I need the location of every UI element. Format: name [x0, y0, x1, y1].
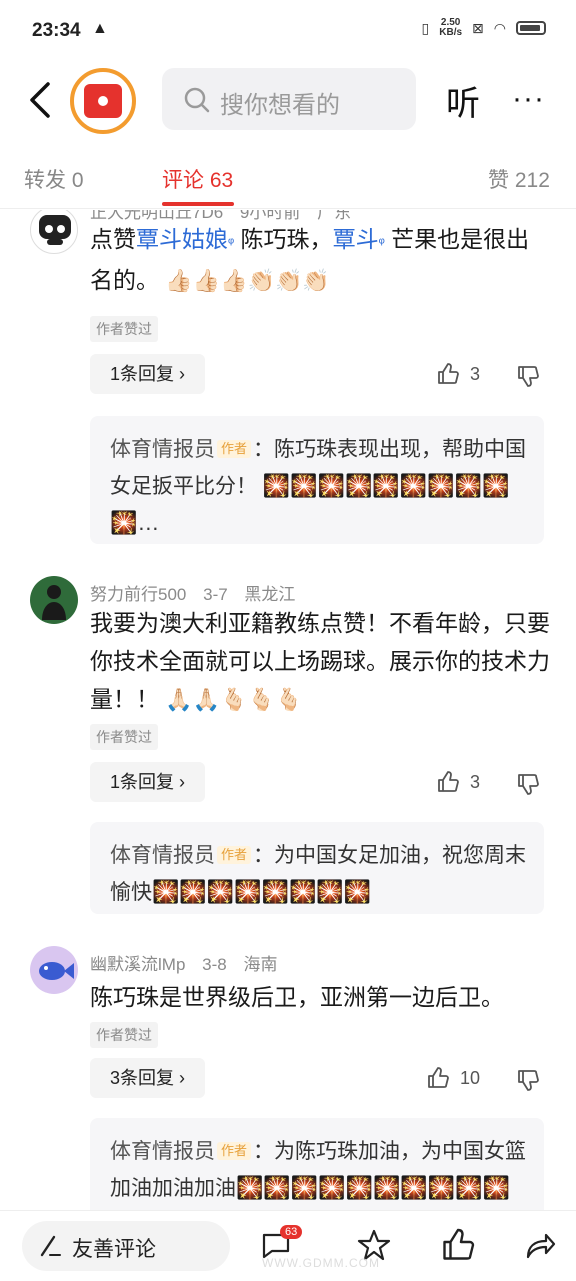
search-bar[interactable]: 搜你想看的	[162, 68, 416, 130]
comment-input-label: 友善评论	[72, 1238, 156, 1261]
reply-text: 体育情报员 作者 ：为中国女足加油，祝您周末愉快🎇🎇🎇🎇🎇🎇🎇🎇	[110, 844, 527, 904]
reply-text: 体育情报员 作者 ：陈巧珠表现出现，帮助中国女足扳平比分！ 🎇🎇🎇🎇🎇🎇🎇🎇🎇🎇…	[110, 438, 527, 535]
topic-link[interactable]: 覃斗姑娘	[136, 226, 228, 252]
comment-text: 点赞覃斗姑娘ᵠ 陈巧珠，覃斗ᵠ 芒果也是很出名的。 👍🏻👍🏻👍🏻👏🏻👏🏻👏🏻	[90, 226, 530, 293]
view-replies-button[interactable]: 3条回复 ›	[90, 1058, 206, 1098]
comment-input[interactable]: 友善评论	[22, 1221, 230, 1271]
thumb-down-icon[interactable]	[516, 772, 540, 796]
avatar[interactable]	[30, 576, 78, 624]
pencil-icon	[40, 1235, 61, 1257]
author-reply-preview[interactable]: 体育情报员 作者 ：陈巧珠表现出现，帮助中国女足扳平比分！ 🎇🎇🎇🎇🎇🎇🎇🎇🎇🎇…	[90, 416, 544, 544]
more-options-icon[interactable]: ···	[512, 82, 545, 116]
reply-author[interactable]: 体育情报员	[110, 1140, 215, 1163]
author-liked-badge: 作者赞过	[90, 724, 158, 750]
listen-button[interactable]: 听	[446, 76, 480, 125]
reply-author[interactable]: 体育情报员	[110, 438, 215, 461]
topic-link[interactable]: 覃斗	[333, 226, 379, 252]
emoji-sequence: 🙏🏻🙏🏻🫰🏻🫰🏻🫰🏻	[165, 687, 303, 712]
author-liked-badge: 作者赞过	[90, 1022, 158, 1048]
comment-text: 陈巧珠是世界级后卫，亚洲第一边后卫。	[90, 984, 504, 1010]
tab-likes[interactable]: 赞 212	[488, 164, 550, 194]
replies-label: 1条回复	[110, 772, 175, 792]
like-count: 10	[460, 1067, 481, 1088]
reply-text: 体育情报员 作者 ：为陈巧珠加油，为中国女篮加油加油加油🎇🎇🎇🎇🎇🎇🎇🎇🎇🎇	[110, 1140, 527, 1200]
comment-username[interactable]: 幽默溪流lMp	[90, 955, 185, 974]
like-control[interactable]: 3	[436, 770, 480, 794]
emoji-sequence: 🎇🎇🎇🎇🎇🎇🎇🎇	[152, 879, 372, 904]
account-avatar[interactable]	[70, 68, 136, 134]
thumb-up-icon[interactable]	[436, 362, 460, 386]
author-reply-preview[interactable]: 体育情报员 作者 ：为陈巧珠加油，为中国女篮加油加油加油🎇🎇🎇🎇🎇🎇🎇🎇🎇🎇	[90, 1118, 544, 1210]
comment-time: 3-8	[202, 955, 227, 974]
status-bar: 23:34 ▲ ▯ 2.50 KB/s ⊠ ◠	[0, 0, 576, 60]
thumb-down-icon[interactable]	[516, 364, 540, 388]
watermark: WWW.GDMM.COM	[262, 1256, 380, 1270]
reply-author[interactable]: 体育情报员	[110, 844, 215, 867]
status-time: 23:34	[32, 20, 81, 41]
sim-icon: ⊠	[472, 19, 484, 36]
comment-feed[interactable]: 正大光明山丘7D6 9小时前 广东 点赞覃斗姑娘ᵠ 陈巧珠，覃斗ᵠ 芒果也是很出…	[0, 210, 576, 1210]
like-control[interactable]: 3	[436, 362, 480, 386]
comment-meta: 幽默溪流lMp 3-8 海南	[90, 950, 289, 975]
thumb-up-icon[interactable]	[440, 1227, 476, 1263]
share-arrow-icon[interactable]	[522, 1227, 558, 1263]
status-icons: ▯ 2.50 KB/s ⊠ ◠	[422, 18, 546, 38]
avatar[interactable]	[30, 210, 78, 254]
like-count: 3	[470, 771, 481, 792]
comment-location: 海南	[243, 955, 278, 974]
comment-username[interactable]: 努力前行500	[90, 585, 186, 604]
person-photo-icon	[42, 585, 66, 620]
tab-reposts[interactable]: 转发 0	[24, 164, 84, 194]
like-control[interactable]: 10	[426, 1066, 480, 1090]
tab-comments[interactable]: 评论 63	[162, 164, 233, 194]
like-count: 3	[470, 363, 481, 384]
warning-icon: ▲	[92, 20, 108, 37]
thumb-up-icon[interactable]	[426, 1066, 450, 1090]
active-tab-indicator	[162, 202, 234, 206]
comment-meta: 努力前行500 3-7 黑龙江	[90, 580, 307, 605]
comment-count-badge: 63	[280, 1225, 303, 1239]
cartoon-face-icon	[39, 215, 71, 245]
avatar[interactable]	[30, 946, 78, 994]
search-placeholder: 搜你想看的	[220, 92, 340, 119]
vibrate-icon: ▯	[421, 19, 430, 36]
fish-icon	[39, 962, 74, 980]
author-liked-badge: 作者赞过	[90, 316, 158, 342]
author-tag: 作者	[217, 846, 252, 864]
thumb-down-icon[interactable]	[516, 1068, 540, 1092]
tab-bar: 转发 0 评论 63 赞 212	[0, 148, 576, 209]
bottom-action-bar: 友善评论 63	[0, 1210, 576, 1281]
view-replies-button[interactable]: 1条回复 ›	[90, 762, 206, 802]
emoji-sequence: 👍🏻👍🏻👍🏻👏🏻👏🏻👏🏻	[165, 268, 330, 293]
replies-label: 1条回复	[110, 364, 175, 384]
battery-icon	[516, 21, 546, 35]
author-tag: 作者	[217, 1142, 252, 1160]
comment-time: 3-7	[203, 585, 228, 604]
replies-label: 3条回复	[110, 1068, 175, 1088]
author-reply-preview[interactable]: 体育情报员 作者 ：为中国女足加油，祝您周末愉快🎇🎇🎇🎇🎇🎇🎇🎇	[90, 822, 544, 914]
back-arrow-icon[interactable]	[22, 78, 58, 122]
comment-location: 黑龙江	[244, 585, 296, 604]
emoji-sequence: 🎇🎇🎇🎇🎇🎇🎇🎇🎇🎇	[236, 1175, 510, 1200]
wifi-icon: ◠	[493, 19, 506, 36]
comment-text: 我要为澳大利亚籍教练点赞！不看年龄，只要你技术全面就可以上场踢球。展示你的技术力…	[90, 610, 550, 712]
network-speed: 2.50 KB/s	[439, 18, 462, 38]
view-replies-button[interactable]: 1条回复 ›	[90, 354, 206, 394]
top-header: 搜你想看的 听 ···	[0, 60, 576, 140]
thumb-up-icon[interactable]	[436, 770, 460, 794]
search-icon	[184, 87, 210, 113]
author-tag: 作者	[217, 440, 252, 458]
speed-unit: KB/s	[439, 27, 463, 38]
